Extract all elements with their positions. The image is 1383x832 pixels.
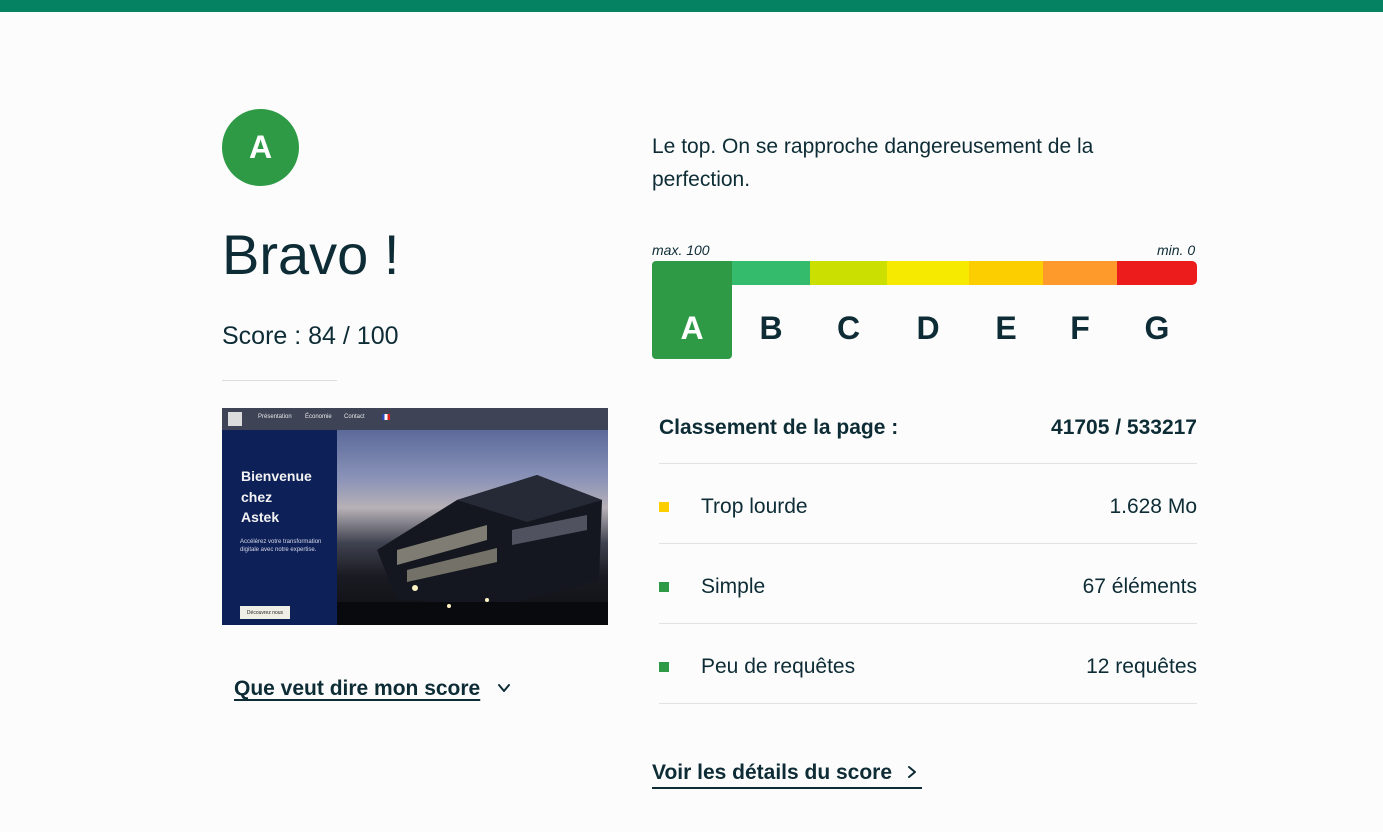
grade-band-b bbox=[732, 261, 810, 285]
status-indicator-icon bbox=[659, 662, 669, 672]
grade-letter-b: B bbox=[759, 310, 783, 346]
preview-button: Découvrez nous bbox=[240, 606, 290, 619]
grade-band-g bbox=[1117, 261, 1197, 285]
preview-hero-panel bbox=[222, 430, 337, 625]
chevron-right-icon[interactable] bbox=[905, 765, 919, 779]
score-comment: Le top. On se rapproche dangereusement d… bbox=[652, 135, 1094, 191]
grade-letter-a: A bbox=[680, 310, 704, 346]
preview-subtitle: Accélérez votre transformation digitale … bbox=[240, 539, 322, 553]
preview-nav-item: Présentation bbox=[258, 414, 292, 420]
grade-band-d bbox=[887, 261, 969, 285]
grade-badge: A bbox=[222, 109, 299, 186]
ranking-value: 41705 / 533217 bbox=[1051, 416, 1197, 439]
french-flag-icon bbox=[382, 414, 390, 420]
metric-label-weight: Trop lourde bbox=[701, 495, 808, 518]
grade-letter-g: G bbox=[1144, 310, 1170, 346]
metric-label-requests: Peu de requêtes bbox=[701, 655, 856, 678]
preview-logo bbox=[228, 412, 242, 426]
metric-value-requests: 12 requêtes bbox=[1086, 655, 1197, 678]
grade-band-f bbox=[1043, 261, 1117, 285]
see-score-details-link[interactable]: Voir les détails du score bbox=[652, 760, 892, 786]
grade-band-e bbox=[969, 261, 1043, 285]
divider bbox=[659, 543, 1197, 544]
grade-letter-f: F bbox=[1070, 310, 1090, 346]
result-title: Bravo ! bbox=[222, 223, 400, 286]
page-screenshot-preview: Présentation Économie Contact Bienvenue … bbox=[222, 408, 608, 625]
score-text: Score : 84 / 100 bbox=[222, 322, 399, 350]
divider bbox=[222, 380, 337, 381]
divider bbox=[659, 703, 1197, 704]
grade-band-c bbox=[810, 261, 887, 285]
chevron-down-icon[interactable] bbox=[497, 681, 511, 695]
status-indicator-icon bbox=[659, 582, 669, 592]
grade-letter-d: D bbox=[916, 310, 940, 346]
preview-nav-item: Économie bbox=[305, 414, 332, 420]
divider bbox=[659, 623, 1197, 624]
scale-max-label: max. 100 bbox=[652, 242, 710, 258]
what-does-my-score-mean-link[interactable]: Que veut dire mon score bbox=[234, 676, 480, 702]
metric-label-elements: Simple bbox=[701, 575, 766, 598]
ranking-label: Classement de la page : bbox=[659, 416, 899, 439]
top-accent-bar bbox=[0, 0, 1383, 12]
link-underline bbox=[652, 787, 922, 789]
metric-value-weight: 1.628 Mo bbox=[1109, 495, 1197, 518]
metric-value-elements: 67 éléments bbox=[1082, 575, 1197, 598]
preview-heading: Bienvenue chez Astek bbox=[241, 468, 312, 525]
preview-building-photo bbox=[337, 430, 608, 625]
preview-nav-item: Contact bbox=[344, 414, 365, 420]
divider bbox=[659, 463, 1197, 464]
grade-letter-c: C bbox=[836, 310, 861, 346]
grade-letter-e: E bbox=[995, 310, 1017, 346]
status-indicator-icon bbox=[659, 502, 669, 512]
building-illustration bbox=[337, 475, 608, 625]
scale-min-label: min. 0 bbox=[1157, 242, 1196, 258]
